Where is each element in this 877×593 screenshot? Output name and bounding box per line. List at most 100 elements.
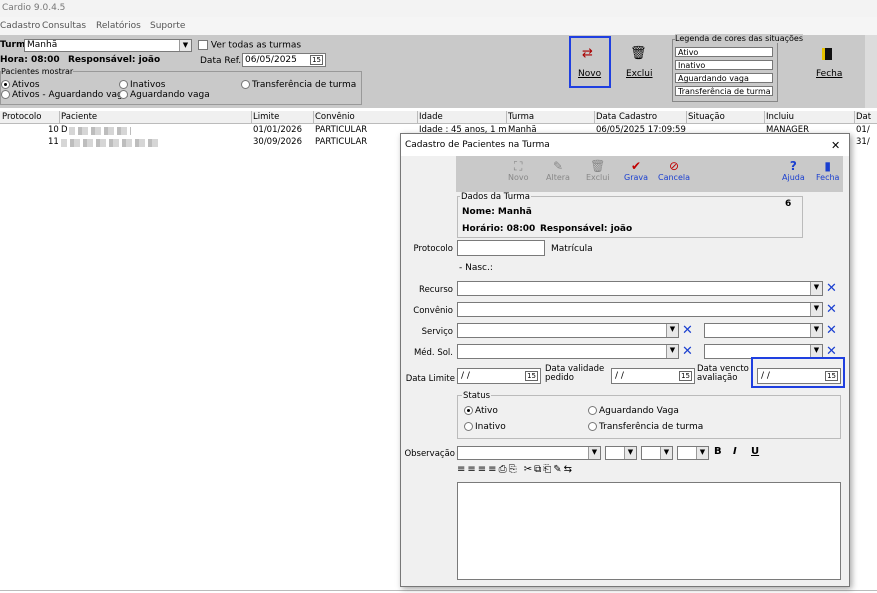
copy-icon[interactable]: ⧉	[534, 464, 543, 475]
data-ref-field[interactable]: 06/05/2025 15	[242, 53, 326, 67]
protocolo-input[interactable]	[457, 240, 545, 256]
clear-convenio-icon[interactable]: ✕	[826, 303, 837, 316]
col-protocolo[interactable]: Protocolo	[0, 111, 60, 123]
recurso-select[interactable]: ▼	[457, 281, 823, 296]
calendar-icon[interactable]: 15	[679, 371, 692, 381]
legend-inativo: Inativo	[675, 60, 773, 70]
data-limite-field[interactable]: / / 15	[457, 368, 541, 384]
col-paciente[interactable]: Paciente	[59, 111, 252, 123]
responsavel-text: Responsável: joão	[68, 55, 161, 65]
col-limite[interactable]: Limite	[251, 111, 314, 123]
servico-select[interactable]: ▼	[457, 323, 679, 338]
dlg-ajuda-button[interactable]: ? Ajuda	[782, 159, 805, 182]
col-idade[interactable]: Idade	[417, 111, 507, 123]
col-turma[interactable]: Turma	[506, 111, 595, 123]
grid-header: Protocolo Paciente Limite Convênio Idade…	[0, 111, 877, 124]
italic-button[interactable]: I	[733, 446, 737, 457]
radio-aguardando[interactable]: Aguardando vaga	[119, 90, 210, 100]
paste-icon[interactable]: ⎗	[543, 464, 553, 475]
status-ativo-radio[interactable]: Ativo	[464, 406, 498, 416]
dlg-cancela-button[interactable]: ⊘ Cancela	[658, 159, 690, 182]
dlg-novo-label: Novo	[508, 173, 529, 182]
chevron-down-icon[interactable]: ▼	[179, 40, 191, 51]
dlg-grava-button[interactable]: ✔ Grava	[624, 159, 648, 182]
highlight-pen-icon[interactable]: ✎	[553, 464, 563, 475]
chevron-down-icon[interactable]: ▼	[666, 345, 678, 358]
cut-icon[interactable]: ✂	[524, 464, 534, 475]
clear-servico-secondary-icon[interactable]: ✕	[826, 324, 837, 337]
data-validade-field[interactable]: / / 15	[611, 368, 695, 384]
menu-suporte[interactable]: Suporte	[150, 21, 185, 31]
cell-convenio: PARTICULAR	[315, 125, 368, 135]
ver-todas-turmas[interactable]: Ver todas as turmas	[198, 40, 301, 51]
align-left-icon[interactable]: ≡	[457, 464, 467, 475]
calendar-icon[interactable]: 15	[310, 55, 323, 65]
med-sol-select[interactable]: ▼	[457, 344, 679, 359]
clear-med-sol-icon[interactable]: ✕	[682, 345, 693, 358]
dlg-fecha-button[interactable]: ▮ Fecha	[816, 159, 839, 182]
calendar-icon[interactable]: 15	[525, 371, 538, 381]
status-transferencia-radio[interactable]: Transferência de turma	[588, 422, 703, 432]
convenio-select[interactable]: ▼	[457, 302, 823, 317]
cell-protocolo: 10	[48, 125, 59, 135]
col-incluiu[interactable]: Incluiu	[764, 111, 855, 123]
menu-relatorios[interactable]: Relatórios	[96, 21, 141, 31]
chevron-down-icon[interactable]: ▼	[696, 447, 708, 459]
data-validade-label: Data validade pedido	[545, 364, 605, 383]
preview-icon[interactable]: ⎘	[509, 464, 519, 475]
justify-icon[interactable]: ≡	[488, 464, 498, 475]
font-name-select[interactable]: ▼	[457, 446, 601, 460]
checkbox-icon[interactable]	[198, 40, 208, 50]
chevron-down-icon[interactable]: ▼	[588, 447, 600, 459]
chevron-down-icon[interactable]: ▼	[810, 282, 822, 295]
chevron-down-icon[interactable]: ▼	[660, 447, 672, 459]
menu-consultas[interactable]: Consultas	[42, 21, 86, 31]
nasc-label: - Nasc.:	[459, 263, 493, 273]
servico-secondary-select[interactable]: ▼	[704, 323, 823, 338]
col-convenio[interactable]: Convênio	[313, 111, 418, 123]
cadastro-dialog: Cadastro de Pacientes na Turma ✕ ⛶ Novo ✎…	[400, 133, 850, 587]
menu-cadastro[interactable]: Cadastro	[0, 21, 40, 31]
align-center-icon[interactable]: ≡	[467, 464, 477, 475]
turma-select[interactable]: Manhã ▼	[24, 39, 192, 52]
dlg-cancela-label: Cancela	[658, 173, 691, 182]
radio-ativos-aguardando-label: Ativos - Aguardando vaga	[12, 90, 129, 100]
observacao-label: Observação	[404, 449, 455, 459]
chevron-down-icon[interactable]: ▼	[666, 324, 678, 337]
radio-ativos[interactable]: Ativos	[1, 80, 40, 90]
chevron-down-icon[interactable]: ▼	[810, 324, 822, 337]
col-dat[interactable]: Dat	[854, 111, 877, 123]
bold-button[interactable]: B	[714, 446, 722, 457]
fecha-button[interactable]: Fecha	[808, 36, 848, 88]
font-size-select[interactable]: ▼	[605, 446, 637, 460]
dlg-novo-button[interactable]: ⛶ Novo	[508, 159, 529, 182]
radio-transferencia[interactable]: Transferência de turma	[241, 80, 356, 90]
radio-inativos[interactable]: Inativos	[119, 80, 165, 90]
exclui-button[interactable]: 🗑 Exclui	[620, 36, 660, 88]
ver-todas-label: Ver todas as turmas	[210, 40, 302, 51]
observacao-textarea[interactable]	[457, 482, 841, 580]
col-situacao[interactable]: Situação	[686, 111, 765, 123]
convenio-label: Convênio	[413, 306, 453, 316]
chevron-down-icon[interactable]: ▼	[810, 303, 822, 316]
status-aguardando-radio[interactable]: Aguardando Vaga	[588, 406, 679, 416]
chevron-down-icon[interactable]: ▼	[624, 447, 636, 459]
cell-convenio: PARTICULAR	[315, 137, 368, 147]
font-color-select[interactable]: ▼	[641, 446, 673, 460]
status-transferencia-label: Transferência de turma	[599, 422, 704, 432]
clear-servico-icon[interactable]: ✕	[682, 324, 693, 337]
align-right-icon[interactable]: ≡	[478, 464, 488, 475]
status-inativo-radio[interactable]: Inativo	[464, 422, 506, 432]
dlg-altera-button[interactable]: ✎ Altera	[546, 159, 570, 182]
radio-ativos-aguardando[interactable]: Ativos - Aguardando vaga	[1, 90, 128, 100]
turma-value: Manhã	[27, 40, 58, 50]
print-icon[interactable]: ⎙	[499, 464, 509, 475]
col-data-cadastro[interactable]: Data Cadastro	[594, 111, 687, 123]
clear-recurso-icon[interactable]: ✕	[826, 282, 837, 295]
close-icon[interactable]: ✕	[831, 139, 840, 152]
replace-icon[interactable]: ⇆	[564, 464, 574, 475]
dlg-exclui-button[interactable]: 🗑 Exclui	[586, 159, 610, 182]
underline-button[interactable]: U	[751, 446, 759, 457]
font-style-select[interactable]: ▼	[677, 446, 709, 460]
cell-paciente: D	[61, 125, 68, 135]
